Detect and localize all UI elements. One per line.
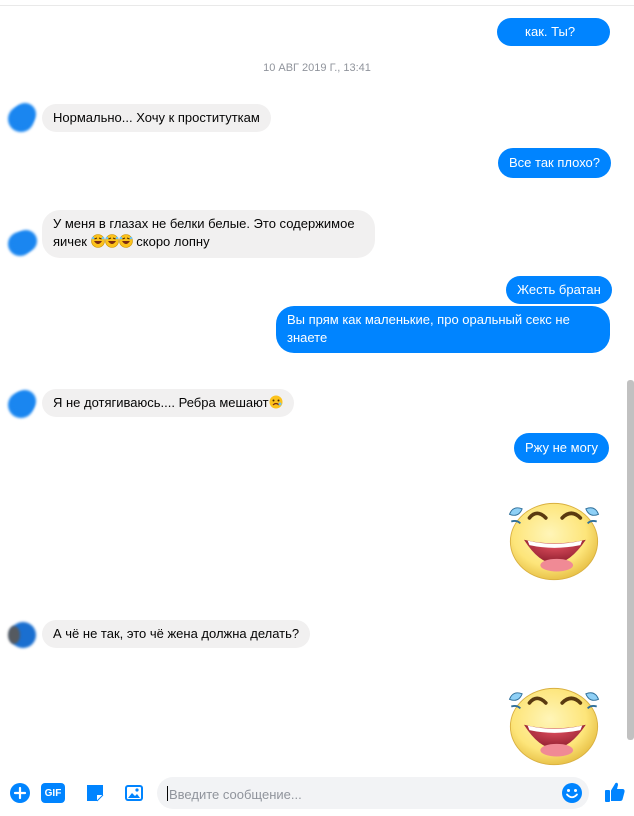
rofl-emoji-icon bbox=[104, 234, 119, 248]
avatar[interactable] bbox=[8, 620, 36, 648]
incoming-message[interactable]: У меня в глазах не белки белые. Это соде… bbox=[42, 210, 375, 258]
conversation-timestamp: 10 АВГ 2019 Г., 13:41 bbox=[263, 62, 371, 74]
outgoing-message[interactable]: как. Ты? bbox=[497, 18, 610, 46]
plus-circle-icon[interactable] bbox=[9, 782, 31, 804]
outgoing-message[interactable]: Все так плохо? bbox=[498, 148, 612, 178]
message-line: яичек скоро лопну bbox=[53, 233, 364, 251]
message-line: Вы прям как маленькие, про оральный секс… bbox=[287, 312, 570, 327]
message-text: А чё не так, это чё жена должна делать? bbox=[53, 626, 300, 641]
scrollbar[interactable] bbox=[627, 380, 634, 740]
gif-icon[interactable]: GIF bbox=[41, 782, 65, 804]
message-text: Ржу не могу bbox=[525, 440, 599, 455]
message-text: Все так плохо? bbox=[509, 155, 601, 170]
avatar[interactable] bbox=[8, 390, 36, 418]
message-text: как. Ты? bbox=[525, 24, 576, 39]
header-divider bbox=[0, 5, 634, 6]
thumbs-up-icon[interactable] bbox=[603, 780, 627, 804]
message-text: Нормально... Хочу к проституткам bbox=[53, 110, 260, 125]
rofl-emoji-icon bbox=[90, 234, 105, 248]
avatar[interactable] bbox=[8, 103, 36, 132]
incoming-message[interactable]: А чё не так, это чё жена должна делать? bbox=[42, 620, 311, 648]
outgoing-message[interactable]: Ржу не могу bbox=[514, 433, 610, 463]
photo-icon[interactable] bbox=[123, 782, 145, 804]
message-composer: GIF bbox=[0, 770, 634, 816]
message-line: знаете bbox=[287, 330, 328, 345]
message-input[interactable] bbox=[167, 777, 551, 811]
avatar[interactable] bbox=[8, 230, 37, 258]
emoji-icon[interactable] bbox=[561, 782, 583, 804]
incoming-message[interactable]: Нормально... Хочу к проституткам bbox=[42, 104, 271, 132]
message-text: Я не дотягиваюсь.... Ребра мешают bbox=[53, 395, 269, 410]
message-text: скоро лопну bbox=[136, 234, 210, 249]
sticker-icon[interactable] bbox=[84, 782, 106, 804]
message-line: У меня в глазах не белки белые. Это соде… bbox=[53, 216, 355, 231]
crying-face-emoji-icon bbox=[269, 395, 283, 409]
message-text: яичек bbox=[53, 234, 87, 249]
outgoing-message[interactable]: Вы прям как маленькие, про оральный секс… bbox=[276, 306, 610, 353]
rofl-emoji-icon bbox=[118, 234, 133, 248]
message-text: Жесть братан bbox=[517, 282, 601, 297]
gif-label: GIF bbox=[41, 783, 65, 803]
incoming-message[interactable]: Я не дотягиваюсь.... Ребра мешают bbox=[42, 389, 294, 417]
laughing-tears-sticker[interactable] bbox=[499, 487, 609, 587]
outgoing-message[interactable]: Жесть братан bbox=[506, 276, 612, 304]
laughing-tears-sticker[interactable] bbox=[499, 672, 609, 772]
message-input-container bbox=[157, 777, 589, 811]
